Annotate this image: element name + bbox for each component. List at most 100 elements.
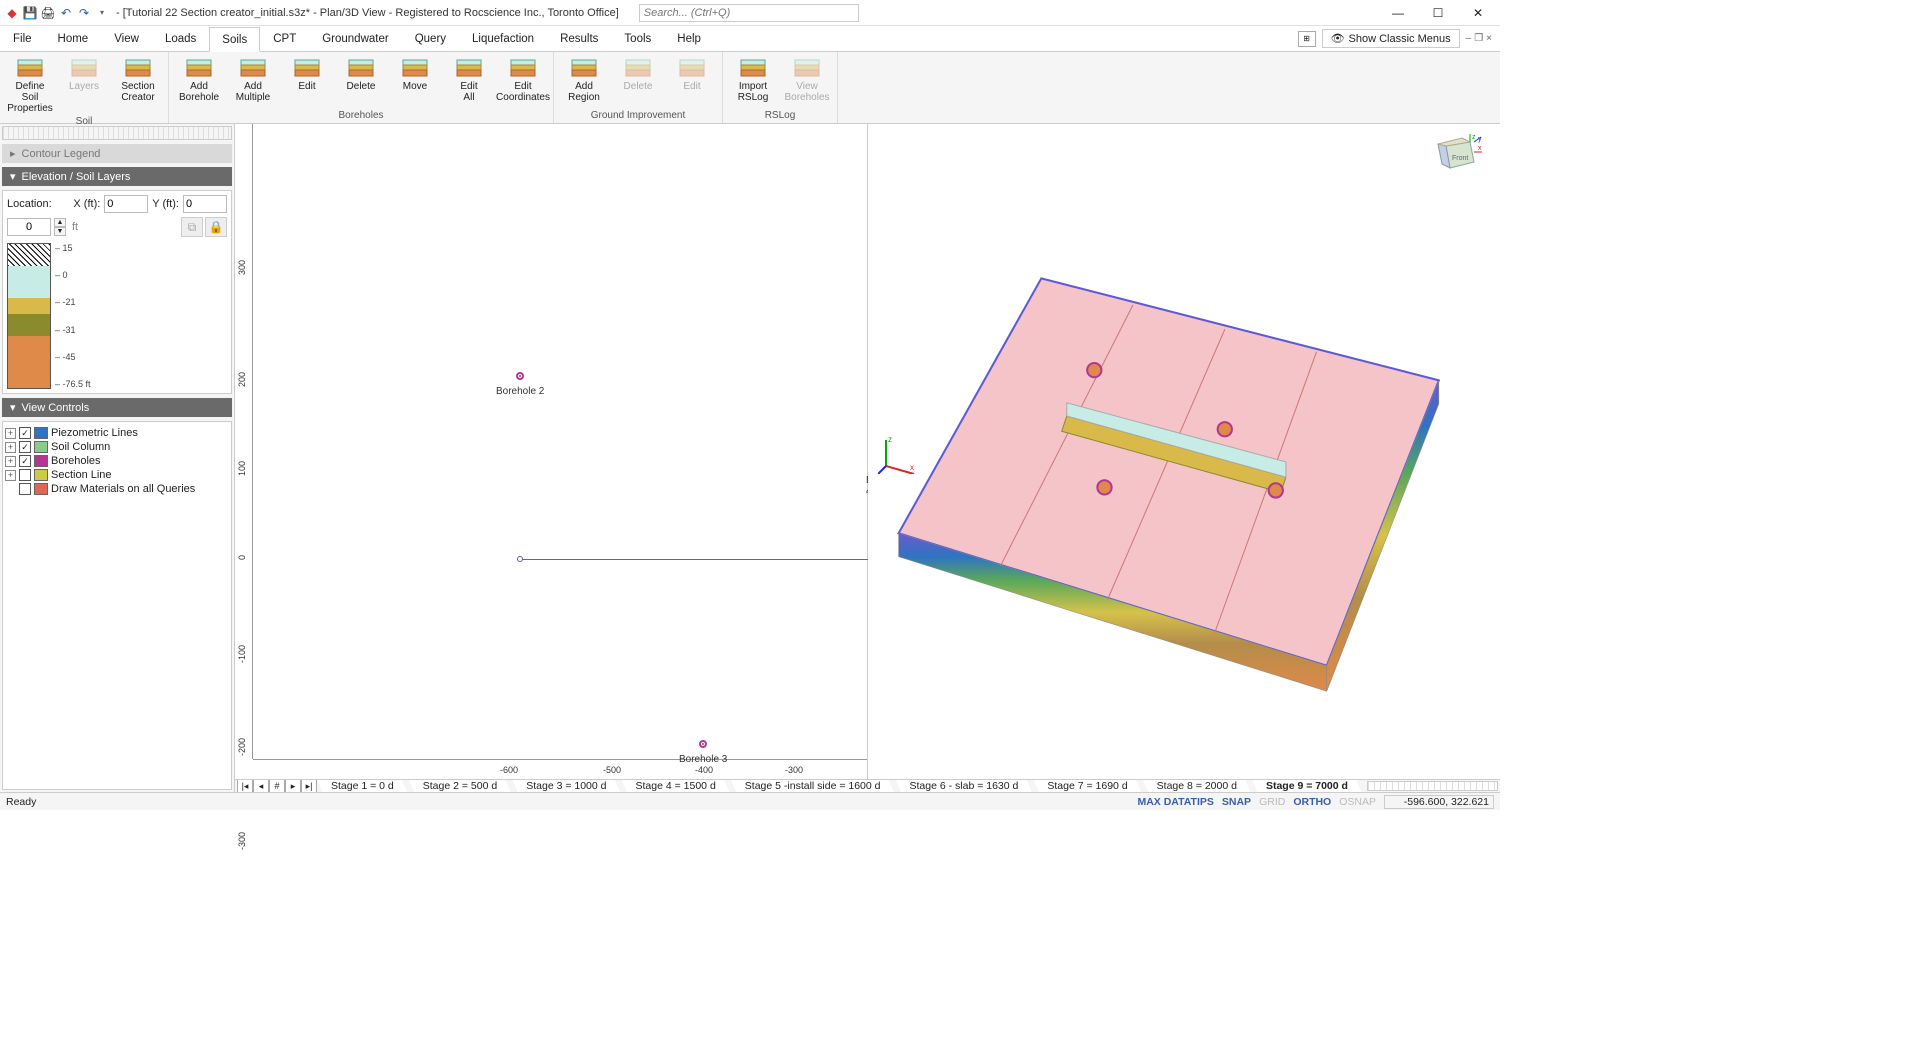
undo-icon[interactable]: ↶: [58, 5, 74, 21]
tree-item-soil-column[interactable]: +✓Soil Column: [5, 440, 229, 454]
redo-icon[interactable]: ↷: [76, 5, 92, 21]
ribbon-add-borehole-button[interactable]: AddBorehole: [173, 54, 225, 109]
y-input[interactable]: [183, 195, 227, 213]
3d-view[interactable]: z x Front x z y: [868, 124, 1500, 779]
copy-layers-icon[interactable]: ⧉: [181, 217, 203, 237]
ribbon-delete-button[interactable]: Delete: [335, 54, 387, 109]
menu-file[interactable]: File: [0, 26, 45, 51]
menu-loads[interactable]: Loads: [152, 26, 209, 51]
ribbon-edit-coordinates-button[interactable]: EditCoordinates: [497, 54, 549, 109]
tree-item-piezometric-lines[interactable]: +✓Piezometric Lines: [5, 426, 229, 440]
svg-text:y: y: [1478, 136, 1482, 143]
checkbox[interactable]: ✓: [19, 455, 31, 467]
svg-text:Front: Front: [1452, 155, 1468, 162]
x-input[interactable]: [104, 195, 148, 213]
stage-tab-4[interactable]: Stage 4 = 1500 d: [621, 779, 731, 792]
checkbox[interactable]: [19, 469, 31, 481]
stage-tab-6[interactable]: Stage 6 - slab = 1630 d: [895, 779, 1034, 792]
stage-prev-button[interactable]: ◂: [253, 779, 269, 792]
qat-dropdown-icon[interactable]: ▾: [94, 5, 110, 21]
stage-last-button[interactable]: ▸|: [301, 779, 317, 792]
expand-icon[interactable]: +: [5, 442, 16, 453]
menu-cpt[interactable]: CPT: [260, 26, 309, 51]
expand-icon[interactable]: +: [5, 428, 16, 439]
menu-groundwater[interactable]: Groundwater: [309, 26, 401, 51]
stage-tab-1[interactable]: Stage 1 = 0 d: [316, 779, 409, 792]
menu-query[interactable]: Query: [402, 26, 459, 51]
stage-first-button[interactable]: |◂: [237, 779, 253, 792]
ribbon-edit-button[interactable]: Edit: [281, 54, 333, 109]
section-end-left[interactable]: [517, 556, 523, 562]
menu-help[interactable]: Help: [664, 26, 714, 51]
axis-gizmo: z x: [878, 434, 918, 474]
stage-tab-9[interactable]: Stage 9 = 7000 d: [1251, 779, 1363, 792]
mdi-close[interactable]: ×: [1486, 33, 1492, 44]
checkbox[interactable]: ✓: [19, 427, 31, 439]
soil-tick: – -31: [55, 325, 91, 335]
depth-input[interactable]: [7, 218, 51, 236]
status-toggle-ortho[interactable]: ORTHO: [1293, 796, 1331, 808]
status-toggle-snap[interactable]: SNAP: [1222, 796, 1251, 808]
view-cube[interactable]: Front x z y: [1434, 134, 1482, 182]
view-controls-header[interactable]: ▾ View Controls: [2, 398, 232, 417]
menu-soils[interactable]: Soils: [209, 27, 260, 52]
maximize-button[interactable]: ☐: [1420, 2, 1456, 24]
expand-icon[interactable]: +: [5, 470, 16, 481]
contour-legend-header[interactable]: ▸ Contour Legend: [2, 144, 232, 163]
layers-icon: [793, 57, 821, 79]
plan-view[interactable]: 3002001000-100-200-300 -600-500-400-300-…: [235, 124, 868, 779]
menu-view[interactable]: View: [101, 26, 152, 51]
svg-text:z: z: [1472, 134, 1476, 141]
soil-tick: – -45: [55, 352, 91, 362]
soil-tick: – -76.5 ft: [55, 379, 91, 389]
print-icon[interactable]: 🖨: [40, 5, 56, 21]
ribbon-import-rslog-button[interactable]: ImportRSLog: [727, 54, 779, 109]
mdi-minimize[interactable]: –: [1466, 33, 1472, 44]
status-toggle-osnap[interactable]: OSNAP: [1339, 796, 1376, 808]
ribbon-add-multiple-button[interactable]: AddMultiple: [227, 54, 279, 109]
lock-layers-icon[interactable]: 🔒: [205, 217, 227, 237]
layout-icon[interactable]: ⊞: [1298, 31, 1316, 47]
depth-unit: ft: [72, 221, 78, 233]
minimize-button[interactable]: —: [1380, 2, 1416, 24]
search-input[interactable]: [639, 4, 859, 22]
menu-liquefaction[interactable]: Liquefaction: [459, 26, 547, 51]
menu-results[interactable]: Results: [547, 26, 611, 51]
expand-icon[interactable]: +: [5, 456, 16, 467]
checkbox[interactable]: ✓: [19, 441, 31, 453]
layers-icon: [455, 57, 483, 79]
stage-tab-7[interactable]: Stage 7 = 1690 d: [1032, 779, 1142, 792]
depth-spinner[interactable]: ▲▼: [54, 218, 66, 236]
show-classic-menus-button[interactable]: 👁Show Classic Menus: [1322, 29, 1460, 48]
stage-bar: |◂ ◂ # ▸ ▸| Stage 1 = 0 dStage 2 = 500 d…: [235, 779, 1500, 792]
stage-tab-5[interactable]: Stage 5 -install side = 1600 d: [730, 779, 896, 792]
ribbon: Define SoilPropertiesLayersSectionCreato…: [0, 52, 1500, 124]
tree-item-draw-materials-on-all-queries[interactable]: Draw Materials on all Queries: [5, 482, 229, 496]
checkbox[interactable]: [19, 483, 31, 495]
ribbon-move-button[interactable]: Move: [389, 54, 441, 109]
borehole-marker[interactable]: [699, 740, 707, 748]
menu-tools[interactable]: Tools: [611, 26, 664, 51]
elevation-panel-header[interactable]: ▾ Elevation / Soil Layers: [2, 167, 232, 186]
tree-item-boreholes[interactable]: +✓Boreholes: [5, 454, 229, 468]
status-toggle-grid[interactable]: GRID: [1259, 796, 1285, 808]
ribbon-define-soil-properties-button[interactable]: Define SoilProperties: [4, 54, 56, 115]
views-container: 3002001000-100-200-300 -600-500-400-300-…: [235, 124, 1500, 792]
x-axis-tick: -600: [500, 765, 518, 775]
stage-tab-2[interactable]: Stage 2 = 500 d: [408, 779, 512, 792]
close-button[interactable]: ✕: [1460, 2, 1496, 24]
stage-next-button[interactable]: ▸: [285, 779, 301, 792]
status-toggle-max-datatips[interactable]: MAX DATATIPS: [1137, 796, 1213, 808]
ribbon-add-region-button[interactable]: AddRegion: [558, 54, 610, 109]
borehole-marker[interactable]: [516, 372, 524, 380]
tree-item-section-line[interactable]: +Section Line: [5, 468, 229, 482]
stage-tab-8[interactable]: Stage 8 = 2000 d: [1142, 779, 1252, 792]
save-icon[interactable]: 💾: [22, 5, 38, 21]
stage-tab-3[interactable]: Stage 3 = 1000 d: [511, 779, 621, 792]
menu-home[interactable]: Home: [45, 26, 102, 51]
ribbon-edit-all-button[interactable]: EditAll: [443, 54, 495, 109]
borehole-label: Borehole 3: [679, 754, 727, 765]
stage-goto-button[interactable]: #: [269, 779, 285, 792]
ribbon-section-creator-button[interactable]: SectionCreator: [112, 54, 164, 115]
mdi-restore[interactable]: ❐: [1474, 33, 1483, 44]
